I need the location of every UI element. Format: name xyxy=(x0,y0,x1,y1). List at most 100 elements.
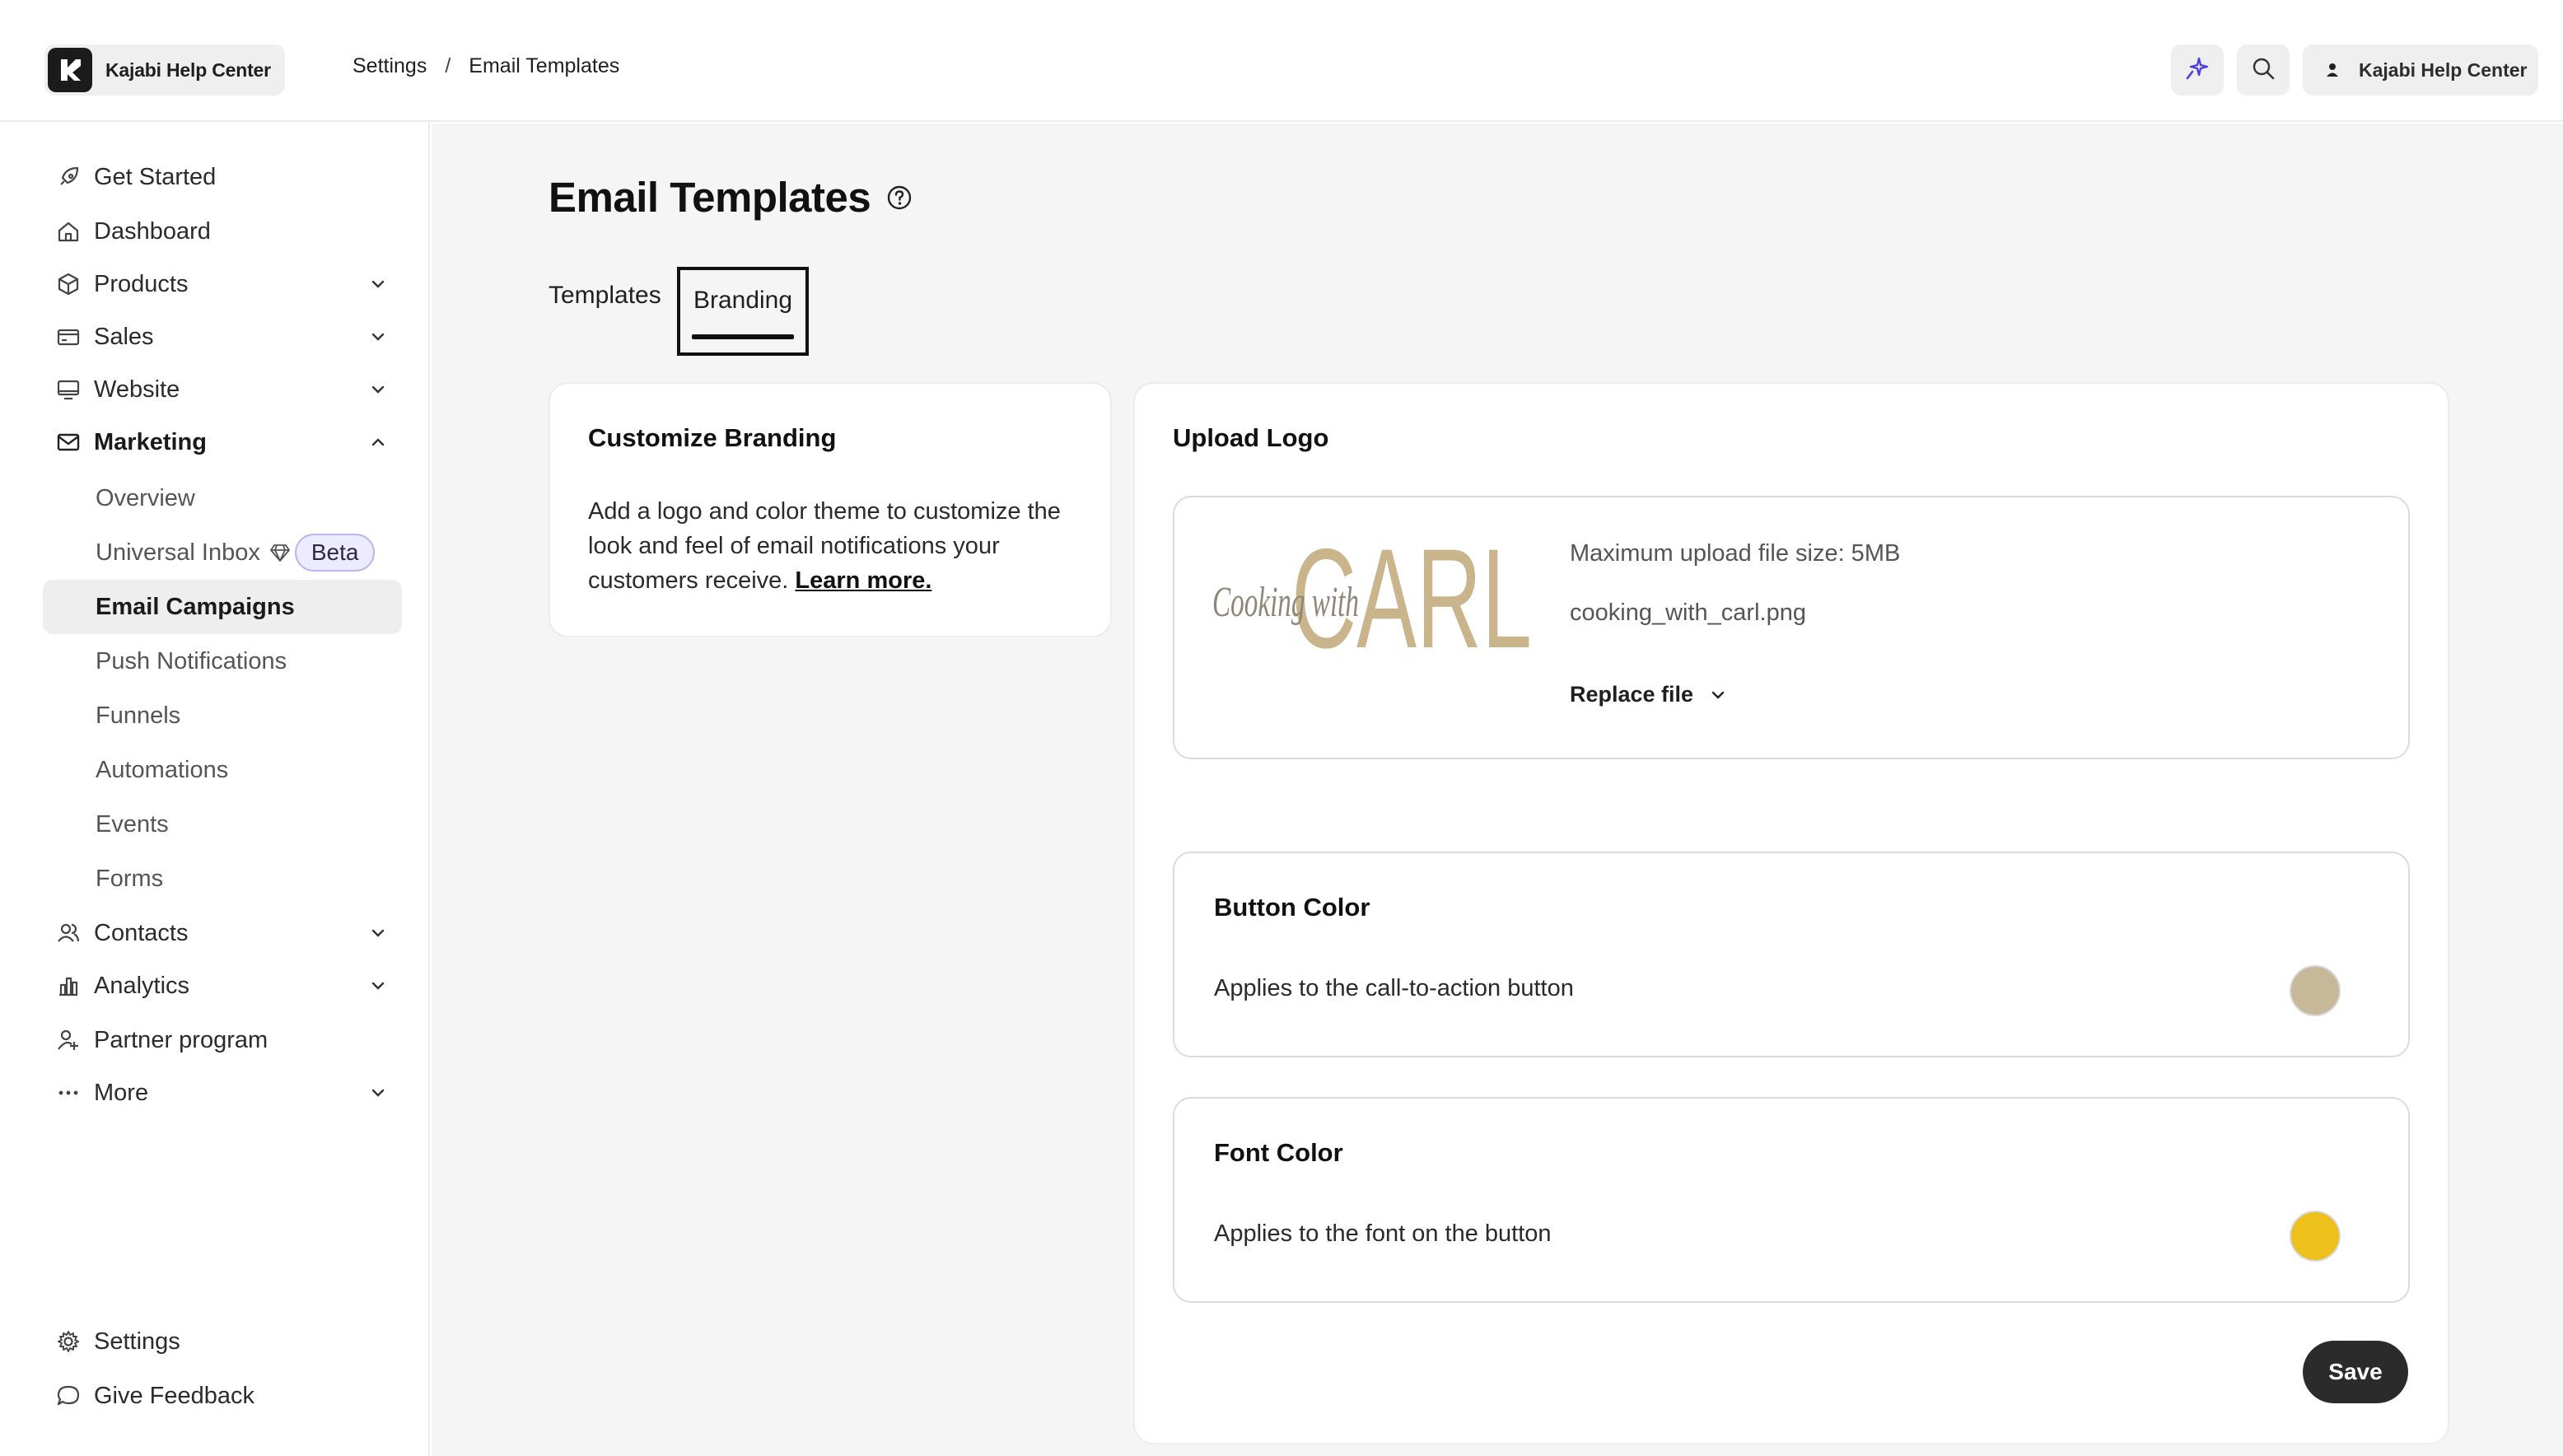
button-color-box: Button Color Applies to the call-to-acti… xyxy=(1173,852,2410,1057)
sidebar-item-contacts[interactable]: Contacts xyxy=(43,908,402,959)
sidebar-item-label: Contacts xyxy=(94,919,189,946)
sidebar-subitem-funnels[interactable]: Funnels xyxy=(43,688,402,743)
upload-logo-box: CARL Cooking with Maximum upload file si… xyxy=(1173,496,2410,759)
sidebar-subitem-label: Events xyxy=(96,810,169,838)
box-icon xyxy=(54,270,82,298)
sidebar-subitem-label: Overview xyxy=(96,484,195,511)
sidebar-subitem-label: Automations xyxy=(96,756,229,783)
sidebar-subitem-label: Push Notifications xyxy=(96,647,287,674)
account-menu-button[interactable]: Kajabi Help Center xyxy=(2303,44,2538,96)
sidebar-item-label: Marketing xyxy=(94,428,207,455)
brand-switcher[interactable]: Kajabi Help Center xyxy=(44,44,285,96)
sidebar-item-get-started[interactable]: Get Started xyxy=(43,152,402,203)
chevron-down-icon[interactable] xyxy=(366,1080,390,1105)
sidebar-item-label: Get Started xyxy=(94,163,217,190)
sidebar-item-analytics[interactable]: Analytics xyxy=(43,960,402,1011)
branding-settings-card: Upload Logo CARL Cooking with Maximum up… xyxy=(1133,382,2449,1444)
upload-logo-title: Upload Logo xyxy=(1173,423,1329,452)
font-color-box: Font Color Applies to the font on the bu… xyxy=(1173,1097,2410,1303)
breadcrumb-separator: / xyxy=(445,54,451,77)
tab-branding[interactable]: Branding xyxy=(677,267,809,356)
search-button[interactable] xyxy=(2237,44,2290,96)
sidebar-item-label: Analytics xyxy=(94,972,190,999)
sidebar-subitem-forms[interactable]: Forms xyxy=(43,852,402,906)
learn-more-link[interactable]: Learn more. xyxy=(795,567,931,594)
chevron-down-icon[interactable] xyxy=(366,377,390,402)
sidebar-item-label: Settings xyxy=(94,1328,180,1355)
chevron-down-icon[interactable] xyxy=(366,973,390,998)
page-title: Email Templates xyxy=(549,174,871,221)
sidebar-subitem-label: Forms xyxy=(96,865,164,892)
sidebar-subitem-events[interactable]: Events xyxy=(43,797,402,852)
button-color-desc: Applies to the call-to-action button xyxy=(1214,975,1574,1001)
account-label: Kajabi Help Center xyxy=(2359,58,2528,81)
sidebar-subitem-email-campaigns[interactable]: Email Campaigns xyxy=(43,580,402,634)
bar-chart-icon xyxy=(54,972,82,1000)
sidebar-item-partner-program[interactable]: Partner program xyxy=(43,1015,402,1066)
replace-file-label: Replace file xyxy=(1570,682,1694,707)
sidebar-item-label: Partner program xyxy=(94,1026,268,1053)
ai-assistant-button[interactable] xyxy=(2171,44,2224,96)
sidebar-subitem-universal-inbox[interactable]: Universal Inbox Beta xyxy=(43,525,402,580)
page-title-wrap: Email Templates xyxy=(549,173,913,222)
font-color-swatch[interactable] xyxy=(2290,1211,2341,1262)
sidebar-item-give-feedback[interactable]: Give Feedback xyxy=(43,1370,402,1421)
sidebar-item-website[interactable]: Website xyxy=(43,364,402,415)
top-bar: Kajabi Help Center Settings / Email Temp… xyxy=(0,0,2563,122)
home-icon xyxy=(54,217,82,245)
breadcrumb: Settings / Email Templates xyxy=(352,54,619,78)
sidebar-item-more[interactable]: More xyxy=(43,1067,402,1118)
logo-script: Cooking with xyxy=(1212,579,1359,626)
breadcrumb-settings[interactable]: Settings xyxy=(352,54,427,78)
user-icon xyxy=(2321,58,2344,82)
monitor-icon xyxy=(54,376,82,404)
beta-badge: Beta xyxy=(294,534,376,572)
sidebar-item-dashboard[interactable]: Dashboard xyxy=(43,206,402,257)
chevron-up-icon[interactable] xyxy=(366,430,390,455)
sidebar-subitem-label: Funnels xyxy=(96,702,181,729)
sidebar-subitem-overview[interactable]: Overview xyxy=(43,471,402,525)
font-color-title: Font Color xyxy=(1214,1138,1343,1167)
chevron-down-icon xyxy=(1708,685,1728,705)
credit-card-icon xyxy=(54,323,82,351)
sidebar-item-label: Give Feedback xyxy=(94,1382,255,1409)
users-icon xyxy=(54,919,82,947)
sidebar-item-label: Sales xyxy=(94,323,154,350)
customize-branding-card: Customize Branding Add a logo and color … xyxy=(549,382,1112,637)
gear-icon xyxy=(54,1328,82,1356)
breadcrumb-current: Email Templates xyxy=(469,54,620,77)
kajabi-logo-icon xyxy=(48,48,92,92)
chevron-down-icon[interactable] xyxy=(366,324,390,349)
uploaded-filename: cooking_with_carl.png xyxy=(1570,600,1806,626)
sidebar-item-label: More xyxy=(94,1079,149,1106)
chevron-down-icon[interactable] xyxy=(366,272,390,296)
more-dots-icon xyxy=(54,1079,82,1107)
sidebar-subitem-label: Universal Inbox xyxy=(96,539,260,566)
button-color-swatch[interactable] xyxy=(2290,965,2341,1016)
search-icon xyxy=(2251,56,2276,85)
mail-icon xyxy=(54,428,82,456)
rocket-icon xyxy=(54,163,82,191)
sidebar-subitem-push-notifications[interactable]: Push Notifications xyxy=(43,634,402,688)
logo-preview-art: CARL Cooking with xyxy=(1212,520,1532,678)
font-color-desc: Applies to the font on the button xyxy=(1214,1220,1552,1247)
sidebar-item-settings[interactable]: Settings xyxy=(43,1316,402,1367)
chevron-down-icon[interactable] xyxy=(366,921,390,945)
sidebar-subitem-label: Email Campaigns xyxy=(96,593,295,620)
sidebar-subitem-automations[interactable]: Automations xyxy=(43,743,402,797)
tab-templates[interactable]: Templates xyxy=(549,282,661,328)
brand-name: Kajabi Help Center xyxy=(105,58,271,81)
sidebar-item-marketing[interactable]: Marketing xyxy=(43,417,402,468)
sidebar-item-label: Website xyxy=(94,376,180,403)
user-plus-icon xyxy=(54,1026,82,1054)
save-button[interactable]: Save xyxy=(2303,1341,2408,1403)
sidebar-item-label: Dashboard xyxy=(94,217,211,245)
customize-branding-title: Customize Branding xyxy=(588,423,837,452)
diamond-icon xyxy=(268,541,292,564)
sidebar-item-sales[interactable]: Sales xyxy=(43,311,402,362)
chat-bubble-icon xyxy=(54,1382,82,1410)
sidebar-item-products[interactable]: Products xyxy=(43,259,402,310)
customize-branding-text: Add a logo and color theme to customize … xyxy=(588,494,1082,598)
replace-file-button[interactable]: Replace file xyxy=(1570,682,1728,707)
help-circle-icon[interactable] xyxy=(885,184,913,212)
